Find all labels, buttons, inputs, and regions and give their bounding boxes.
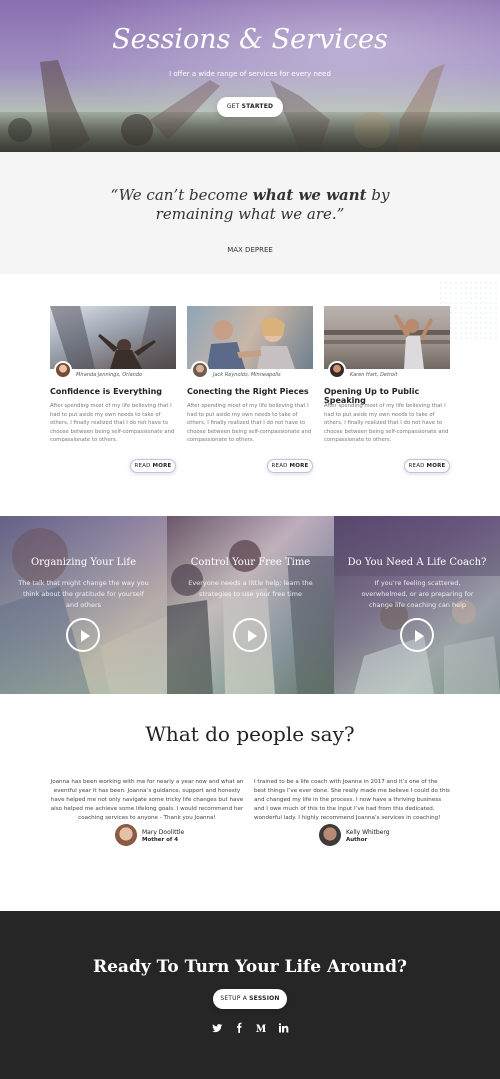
get-started-button[interactable]: GET STARTED <box>217 97 283 117</box>
testimonials-heading: What do people say? <box>145 722 355 746</box>
story-image[interactable] <box>324 306 450 369</box>
video-panel[interactable]: Organizing Your Life The talk that might… <box>0 516 167 694</box>
play-icon[interactable] <box>400 618 434 652</box>
get-started-label-bold: STARTED <box>241 103 274 110</box>
read-more-button[interactable]: READ MORE <box>404 459 450 473</box>
author-avatar <box>328 361 346 379</box>
story-byline: Jack Reynolds, Minneapolis <box>213 372 281 378</box>
play-icon[interactable] <box>66 618 100 652</box>
quote-section: “We can’t become what we want by remaini… <box>0 152 500 274</box>
quote-text: “We can’t become what we want by remaini… <box>100 186 400 224</box>
story-card: Miranda Jennings, Orlando Confidence is … <box>50 306 176 484</box>
page-title: Sessions & Services <box>112 24 388 55</box>
cta-section: Ready To Turn Your Life Around? SETUP A … <box>0 911 500 1079</box>
medium-icon[interactable] <box>255 1022 267 1034</box>
story-title[interactable]: Conecting the Right Pieces <box>187 387 309 396</box>
panel-overlay <box>167 516 334 694</box>
hero-section: Sessions & Services I offer a wide range… <box>0 0 500 152</box>
panel-description: If you’re feeling scattered, overwhelmed… <box>361 579 474 609</box>
story-excerpt: After spending most of my life believing… <box>50 403 175 443</box>
quote-part-1: “We can’t become <box>110 186 253 204</box>
read-more-prefix: READ <box>271 463 290 469</box>
testimonials-section: What do people say? Joanna has been work… <box>0 694 500 911</box>
setup-session-prefix: SETUP A <box>220 995 250 1002</box>
read-more-prefix: READ <box>134 463 153 469</box>
author-avatar <box>54 361 72 379</box>
facebook-icon[interactable] <box>233 1022 245 1034</box>
avatar <box>115 824 137 846</box>
testimonial-name: Mary Doolittle <box>142 829 185 836</box>
setup-session-button[interactable]: SETUP A SESSION <box>213 989 287 1009</box>
story-card: Jack Reynolds, Minneapolis Conecting the… <box>187 306 313 484</box>
story-excerpt: After spending most of my life believing… <box>187 403 312 443</box>
avatar <box>319 824 341 846</box>
cta-heading: Ready To Turn Your Life Around? <box>92 957 408 977</box>
testimonial-role: Author <box>346 837 368 843</box>
play-icon[interactable] <box>233 618 267 652</box>
setup-session-bold: SESSION <box>249 995 280 1002</box>
twitter-icon[interactable] <box>211 1022 223 1034</box>
hero-hills <box>0 112 500 152</box>
read-more-bold: MORE <box>426 463 446 469</box>
panel-title: Organizing Your Life <box>30 557 137 568</box>
get-started-label-prefix: GET <box>226 103 242 110</box>
read-more-button[interactable]: READ MORE <box>130 459 176 473</box>
quote-part-bold: what we want <box>252 186 367 204</box>
story-excerpt: After spending most of my life believing… <box>324 403 449 443</box>
author-avatar <box>191 361 209 379</box>
story-image[interactable] <box>187 306 313 369</box>
panel-title: Do You Need A Life Coach? <box>347 557 487 568</box>
read-more-bold: MORE <box>289 463 309 469</box>
linkedin-icon[interactable] <box>277 1022 289 1034</box>
story-byline: Miranda Jennings, Orlando <box>76 372 143 378</box>
panel-description: Everyone needs a little help; learn the … <box>188 579 313 598</box>
video-panel[interactable]: Do You Need A Life Coach? If you’re feel… <box>334 516 500 694</box>
hero-subtitle: I offer a wide range of services for eve… <box>169 70 331 78</box>
testimonial-text: Joanna has been working with me for near… <box>50 779 244 821</box>
testimonial-role: Mother of 4 <box>142 837 179 843</box>
testimonial: Joanna has been working with me for near… <box>49 778 245 823</box>
story-title[interactable]: Confidence is Everything <box>50 387 162 396</box>
testimonial-name: Kelly Whitberg <box>346 829 390 836</box>
story-byline: Karen Hart, Detroit <box>350 372 398 378</box>
testimonial-text: I trained to be a life coach with Joanna… <box>254 779 450 821</box>
panel-description: The talk that might change the way you t… <box>18 579 149 609</box>
stories-section: Miranda Jennings, Orlando Confidence is … <box>0 274 500 516</box>
read-more-button[interactable]: READ MORE <box>267 459 313 473</box>
read-more-prefix: READ <box>408 463 427 469</box>
panel-title: Control Your Free Time <box>190 557 311 568</box>
story-image[interactable] <box>50 306 176 369</box>
video-panel[interactable]: Control Your Free Time Everyone needs a … <box>167 516 334 694</box>
video-panels-section: Organizing Your Life The talk that might… <box>0 516 500 694</box>
read-more-bold: MORE <box>152 463 172 469</box>
testimonial: I trained to be a life coach with Joanna… <box>254 778 450 823</box>
story-card: Karen Hart, Detroit Opening Up to Public… <box>324 306 450 484</box>
quote-author: MAX DEPREE <box>227 246 273 254</box>
